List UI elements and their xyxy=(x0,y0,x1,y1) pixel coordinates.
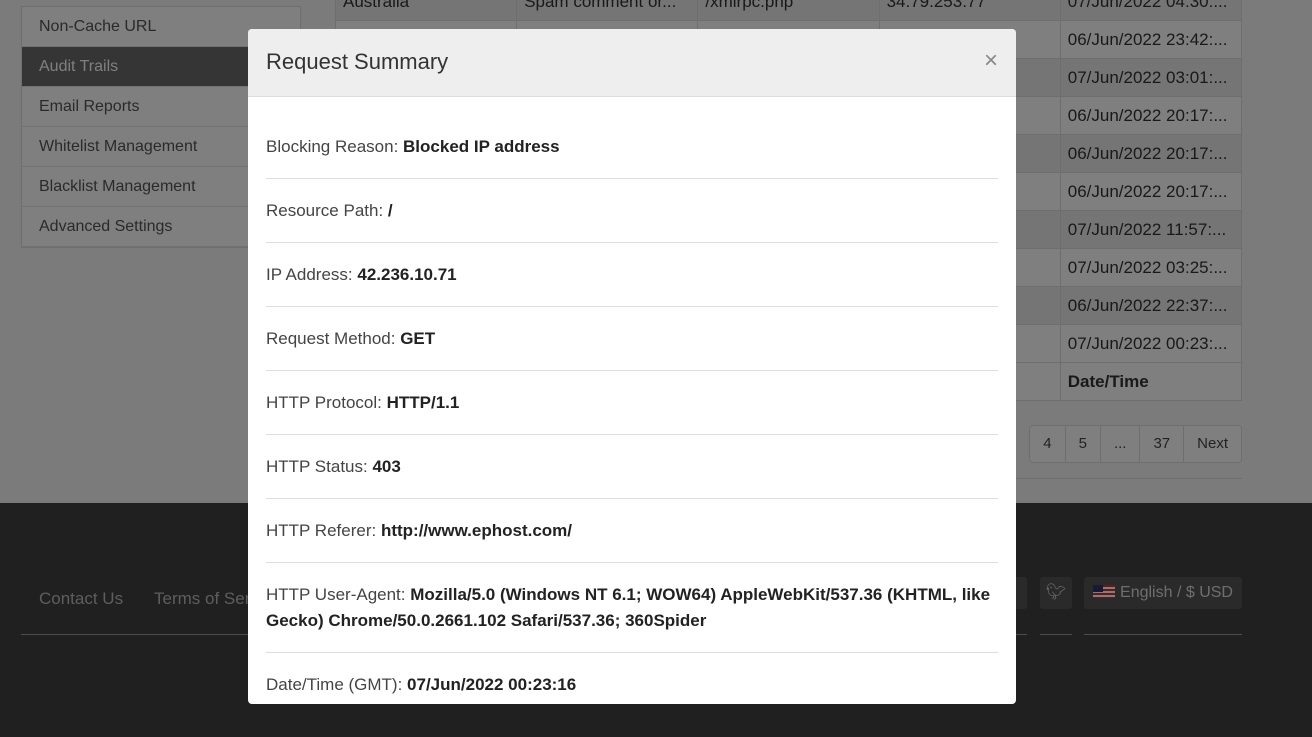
field-label: Resource Path: xyxy=(266,201,388,220)
summary-field: IP Address: 42.236.10.71 xyxy=(266,243,998,307)
field-label: IP Address: xyxy=(266,265,358,284)
field-label: Blocking Reason: xyxy=(266,137,404,156)
field-value: 403 xyxy=(372,457,401,476)
field-label: HTTP Referer: xyxy=(266,521,381,540)
field-value: / xyxy=(387,201,393,220)
summary-field: HTTP User-Agent: Mozilla/5.0 (Windows NT… xyxy=(266,563,998,653)
summary-field: HTTP Protocol: HTTP/1.1 xyxy=(266,371,998,435)
field-value: http://www.ephost.com/ xyxy=(380,521,573,540)
field-label: HTTP Status: xyxy=(266,457,373,476)
field-label: HTTP User-Agent: xyxy=(266,585,411,604)
summary-field: HTTP Referer: http://www.ephost.com/ xyxy=(266,499,998,563)
field-label: HTTP Protocol: xyxy=(266,393,387,412)
field-value: HTTP/1.1 xyxy=(386,393,460,412)
summary-field: Resource Path: / xyxy=(266,179,998,243)
field-value: 42.236.10.71 xyxy=(357,265,457,284)
request-summary-modal: Request Summary × Blocking Reason: Block… xyxy=(248,29,1016,704)
close-icon[interactable]: × xyxy=(984,47,998,75)
modal-header: Request Summary × xyxy=(248,29,1016,97)
field-label: Date/Time (GMT): xyxy=(266,675,408,694)
field-value: GET xyxy=(400,329,436,348)
field-label: Request Method: xyxy=(266,329,401,348)
summary-field: Blocking Reason: Blocked IP address xyxy=(266,115,998,179)
summary-field: Date/Time (GMT): 07/Jun/2022 00:23:16 xyxy=(266,653,998,704)
modal-title: Request Summary xyxy=(266,49,449,74)
modal-body: Blocking Reason: Blocked IP address Resou… xyxy=(248,97,1016,704)
field-value: Blocked IP address xyxy=(403,137,560,156)
summary-field: Request Method: GET xyxy=(266,307,998,371)
field-value: 07/Jun/2022 00:23:16 xyxy=(407,675,577,694)
summary-field: HTTP Status: 403 xyxy=(266,435,998,499)
